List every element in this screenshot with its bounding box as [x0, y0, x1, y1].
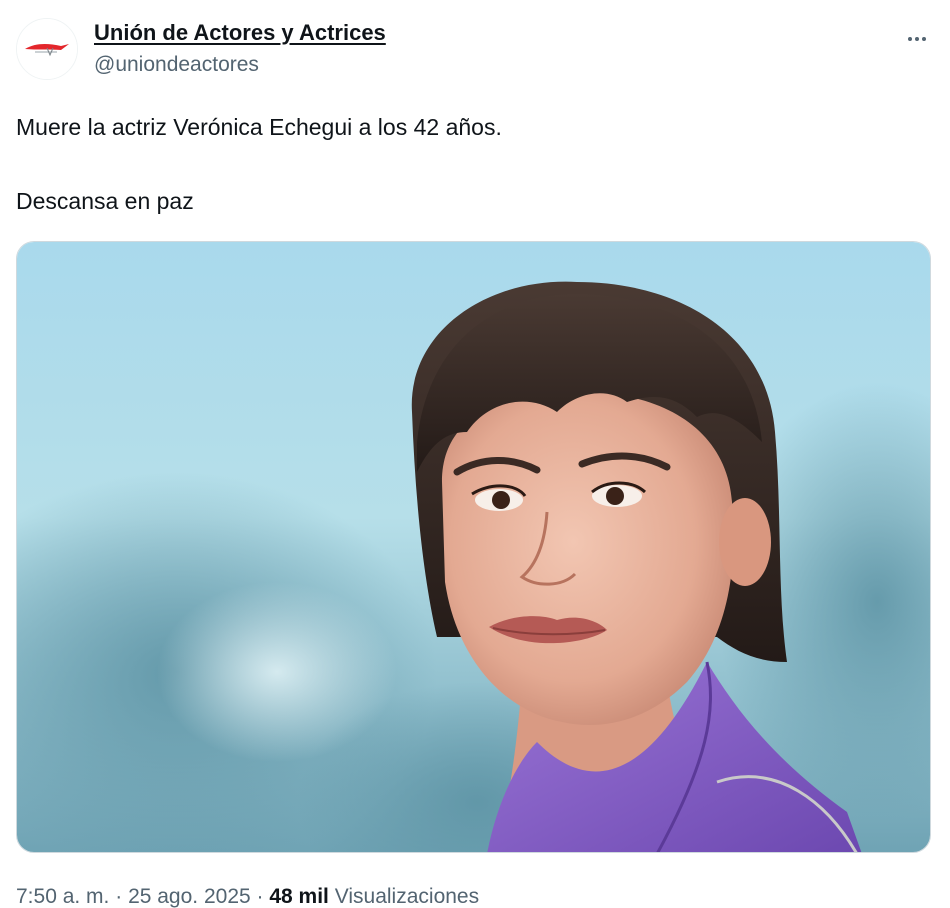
more-options-button[interactable] [900, 22, 934, 56]
more-options-icon-dot [922, 37, 926, 41]
avatar[interactable] [16, 18, 78, 80]
author-names: Unión de Actores y Actrices @uniondeacto… [94, 18, 386, 80]
tweet-text-line-2: Descansa en paz [16, 188, 194, 214]
views-count: 48 mil [269, 885, 329, 908]
author-display-name[interactable]: Unión de Actores y Actrices [94, 18, 386, 48]
tweet-photo[interactable] [16, 241, 931, 853]
more-options-icon [908, 37, 912, 41]
tweet-text-line-1: Muere la actriz Verónica Echegui a los 4… [16, 114, 502, 140]
views-label: Visualizaciones [328, 885, 480, 908]
tweet-meta: 7:50 a. m. · 25 ago. 2025 · 48 mil Visua… [16, 882, 479, 908]
tweet-date[interactable]: 25 ago. 2025 [128, 885, 251, 908]
more-options-icon-dot [915, 37, 919, 41]
tweet-header: Unión de Actores y Actrices @uniondeacto… [16, 14, 934, 84]
tweet-card: Unión de Actores y Actrices @uniondeacto… [0, 0, 950, 908]
tweet-time[interactable]: 7:50 a. m. [16, 885, 109, 908]
union-logo-icon [17, 19, 77, 79]
portrait-photo [17, 242, 930, 852]
meta-separator: · [109, 885, 129, 908]
meta-separator: · [250, 885, 270, 908]
author-handle[interactable]: @uniondeactores [94, 50, 386, 80]
